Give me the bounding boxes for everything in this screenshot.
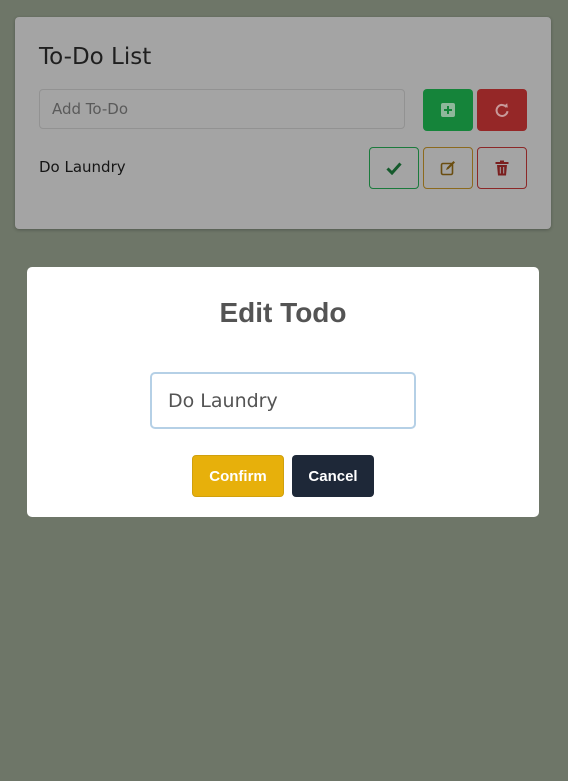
complete-todo-button[interactable] — [369, 147, 419, 189]
todo-item-text: Do Laundry — [39, 158, 126, 176]
modal-title: Edit Todo — [219, 297, 347, 328]
delete-todo-button[interactable] — [477, 147, 527, 189]
add-todo-input[interactable]: Add To-Do — [39, 89, 405, 129]
edit-icon — [440, 161, 455, 176]
plus-square-icon — [441, 103, 455, 117]
cancel-button[interactable]: Cancel — [292, 455, 374, 497]
redo-icon — [495, 103, 509, 117]
edit-todo-input[interactable] — [150, 372, 416, 429]
reset-button[interactable] — [477, 89, 527, 131]
card-title: To-Do List — [39, 44, 152, 70]
check-icon — [386, 162, 402, 175]
edit-todo-modal: Edit Todo Confirm Cancel — [27, 267, 539, 517]
trash-icon — [495, 160, 509, 176]
todo-card: To-Do List Add To-Do Do Laundry — [15, 17, 551, 229]
add-todo-button[interactable] — [423, 89, 473, 131]
edit-todo-button[interactable] — [423, 147, 473, 189]
confirm-button[interactable]: Confirm — [192, 455, 284, 497]
